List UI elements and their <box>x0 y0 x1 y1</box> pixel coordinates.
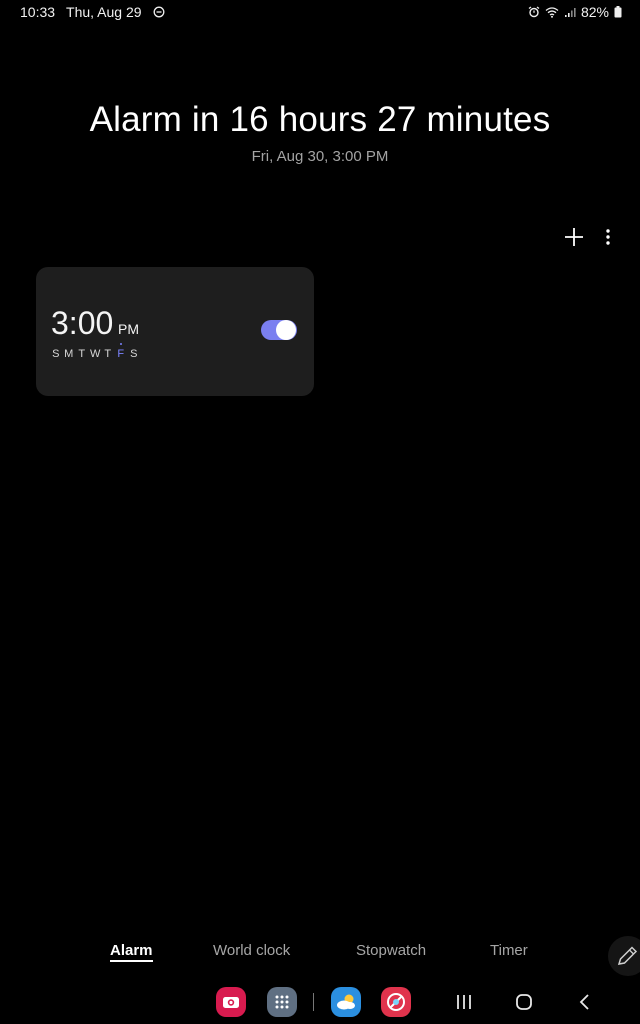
next-alarm-date: Fri, Aug 30, 3:00 PM <box>251 148 389 165</box>
day-sat: S <box>130 348 138 360</box>
alarm-ampm: PM <box>118 321 139 337</box>
dock-divider <box>313 993 314 1011</box>
weather-app-icon[interactable] <box>331 987 361 1017</box>
wifi-icon <box>545 7 559 18</box>
recent-apps-icon[interactable] <box>452 990 476 1014</box>
grid-dots-icon <box>275 995 289 1009</box>
day-thu: T <box>104 348 112 360</box>
edit-button[interactable] <box>608 936 640 976</box>
tab-alarm[interactable]: Alarm <box>110 942 153 962</box>
tab-timer[interactable]: Timer <box>490 942 528 959</box>
toggle-knob <box>276 320 296 340</box>
browser-glyph-icon <box>387 993 405 1011</box>
status-date: Thu, Aug 29 <box>66 4 142 20</box>
day-wed: W <box>90 348 101 360</box>
add-alarm-button[interactable] <box>562 225 586 249</box>
home-icon[interactable] <box>512 990 536 1014</box>
apps-drawer-icon[interactable] <box>267 987 297 1017</box>
day-tue: T <box>78 348 86 360</box>
next-alarm-headline: Alarm in 16 hours 27 minutes <box>89 100 551 139</box>
status-left: 10:33 Thu, Aug 29 <box>20 4 165 20</box>
day-sun: S <box>52 348 60 360</box>
battery-icon <box>614 6 622 18</box>
signal-icon <box>564 8 576 17</box>
browser-app-icon[interactable] <box>381 987 411 1017</box>
alarm-time: 3:00 <box>51 305 114 341</box>
alarm-repeat-days: S M T W T F S <box>51 343 139 360</box>
day-fri: F <box>117 343 125 360</box>
tab-world-clock[interactable]: World clock <box>213 942 290 959</box>
status-time: 10:33 <box>20 4 56 20</box>
alarm-card[interactable]: 3:00 PM S M T W T F S <box>36 267 314 396</box>
status-bar: 10:33 Thu, Aug 29 82% <box>0 0 640 24</box>
camera-glyph-icon <box>223 997 239 1008</box>
status-right: 82% <box>528 4 622 20</box>
back-icon[interactable] <box>573 990 597 1014</box>
day-mon: M <box>64 348 74 360</box>
alarm-clock-icon <box>528 6 540 18</box>
weather-glyph-icon <box>337 994 355 1010</box>
alarm-toggle[interactable] <box>261 320 297 340</box>
battery-percent: 82% <box>580 4 609 20</box>
do-not-disturb-icon <box>153 6 165 18</box>
pencil-icon <box>617 946 638 965</box>
camera-app-icon[interactable] <box>216 987 246 1017</box>
tab-stopwatch[interactable]: Stopwatch <box>356 942 426 959</box>
more-options-button[interactable] <box>598 225 618 249</box>
